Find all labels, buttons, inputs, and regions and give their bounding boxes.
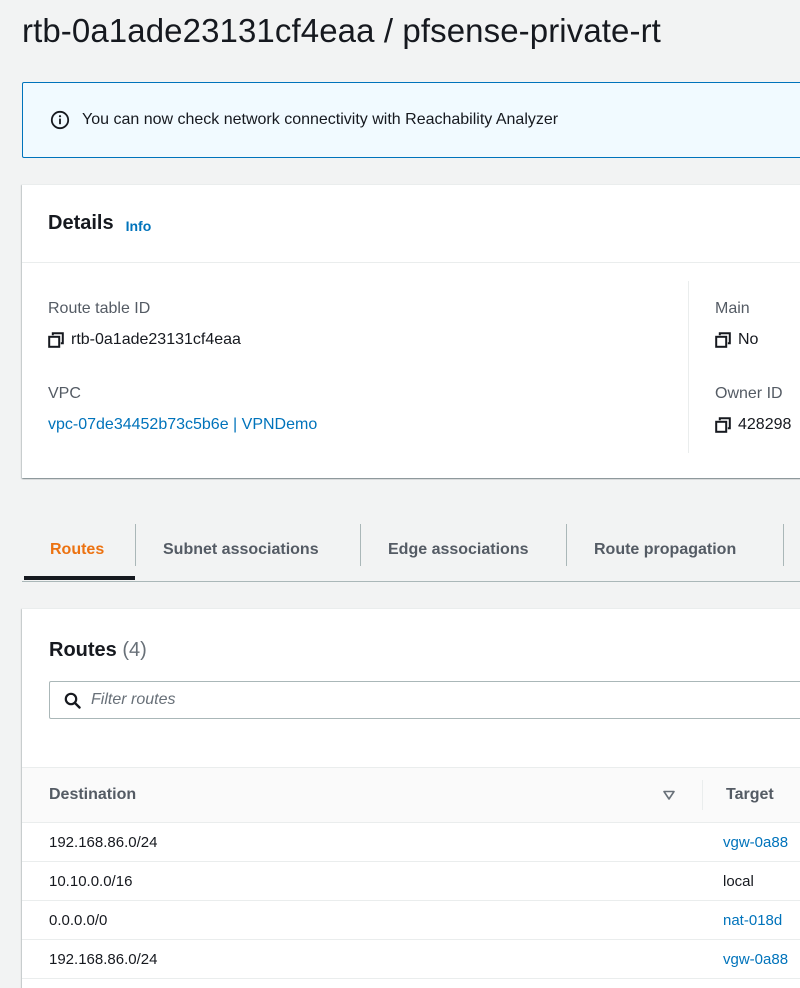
main-value: No bbox=[715, 331, 758, 349]
copy-icon[interactable] bbox=[715, 332, 731, 348]
route-target-link[interactable]: vgw-0a88 bbox=[723, 823, 788, 861]
tab-subnet-associations[interactable]: Subnet associations bbox=[163, 520, 319, 580]
tab-divider bbox=[360, 524, 361, 566]
filter-routes-input[interactable] bbox=[91, 691, 691, 709]
route-target: local bbox=[723, 872, 754, 890]
routes-table-header: Destination Target bbox=[22, 767, 800, 823]
main-value-text: No bbox=[738, 331, 759, 348]
owner-id-text: 428298 bbox=[738, 416, 792, 433]
routes-title: Routes bbox=[49, 639, 117, 661]
owner-id-value: 428298 bbox=[715, 416, 791, 434]
active-tab-indicator bbox=[24, 576, 135, 580]
route-destination: 10.10.0.0/16 bbox=[49, 872, 133, 890]
route-table-id-text: rtb-0a1ade23131cf4eaa bbox=[71, 331, 241, 348]
tab-routes[interactable]: Routes bbox=[50, 520, 104, 580]
owner-id-label: Owner ID bbox=[715, 385, 783, 402]
vpc-link[interactable]: vpc-07de34452b73c5b6e | VPNDemo bbox=[48, 416, 317, 434]
column-divider bbox=[688, 281, 689, 453]
route-target-link[interactable]: nat-018d bbox=[723, 901, 782, 939]
tab-bar: Routes Subnet associations Edge associat… bbox=[22, 520, 800, 582]
details-info-link[interactable]: Info bbox=[126, 218, 152, 234]
banner-text: You can now check network connectivity w… bbox=[82, 111, 559, 128]
details-header: Details Info bbox=[22, 185, 800, 263]
vpc-label: VPC bbox=[48, 385, 81, 402]
sort-down-icon[interactable] bbox=[662, 788, 676, 802]
column-divider bbox=[702, 780, 703, 810]
info-banner: You can now check network connectivity w… bbox=[22, 82, 800, 158]
routes-panel: Routes (4) Destination Target 192.168.86… bbox=[22, 608, 800, 988]
table-row: 10.10.0.0/16 local bbox=[22, 862, 800, 901]
tab-edge-associations[interactable]: Edge associations bbox=[388, 520, 529, 580]
route-target-link[interactable]: vgw-0a88 bbox=[723, 940, 788, 978]
search-icon bbox=[64, 692, 81, 709]
column-header-destination[interactable]: Destination bbox=[49, 768, 136, 822]
tab-divider bbox=[783, 524, 784, 566]
page-title: rtb-0a1ade23131cf4eaa / pfsense-private-… bbox=[22, 12, 661, 49]
tab-divider bbox=[566, 524, 567, 566]
routes-count: (4) bbox=[122, 639, 147, 661]
details-panel: Details Info Route table ID rtb-0a1ade23… bbox=[22, 184, 800, 478]
table-row: 0.0.0.0/0 nat-018d bbox=[22, 901, 800, 940]
tab-route-propagation[interactable]: Route propagation bbox=[594, 520, 736, 580]
copy-icon[interactable] bbox=[715, 417, 731, 433]
table-row: 192.168.86.0/24 vgw-0a88 bbox=[22, 940, 800, 979]
table-row: 192.168.86.0/24 vgw-0a88 bbox=[22, 823, 800, 862]
route-table-id-label: Route table ID bbox=[48, 300, 151, 317]
details-title: Details bbox=[48, 212, 114, 234]
main-label: Main bbox=[715, 300, 750, 317]
route-table-id-value: rtb-0a1ade23131cf4eaa bbox=[48, 331, 241, 349]
copy-icon[interactable] bbox=[48, 332, 64, 348]
info-circle-icon bbox=[50, 110, 70, 130]
route-destination: 0.0.0.0/0 bbox=[49, 911, 108, 929]
column-header-target[interactable]: Target bbox=[726, 768, 774, 822]
routes-heading: Routes (4) bbox=[49, 639, 147, 662]
tab-divider bbox=[135, 524, 136, 566]
filter-routes-box[interactable] bbox=[49, 681, 800, 719]
route-destination: 192.168.86.0/24 bbox=[49, 950, 158, 968]
route-destination: 192.168.86.0/24 bbox=[49, 833, 158, 851]
